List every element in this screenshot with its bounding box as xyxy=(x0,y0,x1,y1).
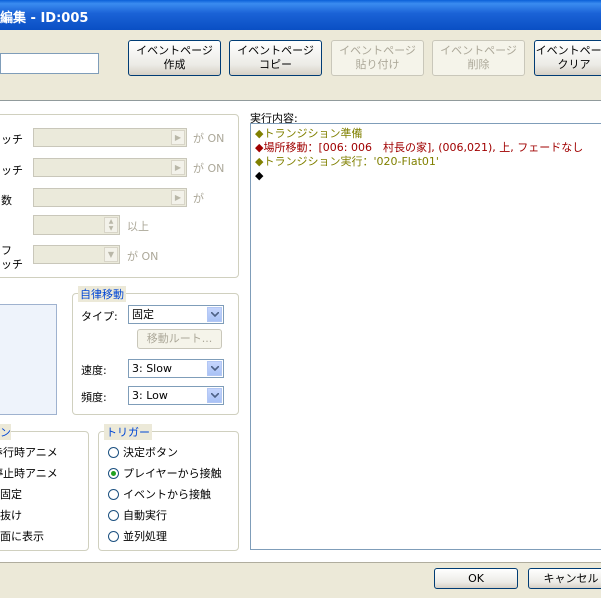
speed-label: 速度: xyxy=(81,364,107,377)
trigger-parallel[interactable]: 並列処理 xyxy=(108,528,167,544)
self-switch-label-2: ッチ xyxy=(1,258,23,271)
delete-page-button[interactable]: イベントページ 削除 xyxy=(432,40,525,76)
variable-arrow-icon: ▶ xyxy=(171,190,185,205)
self-switch-dropdown-icon: ▼ xyxy=(104,247,118,262)
clear-page-button[interactable]: イベントページ クリア xyxy=(534,40,601,76)
window-title: 編集 - ID:005 xyxy=(0,11,89,26)
chevron-down-icon xyxy=(207,307,222,322)
option-step-anime[interactable]: 停止時アニメ xyxy=(0,465,58,481)
spinner-arrows-icon: ▲ ▼ xyxy=(104,217,118,233)
variable-label: 数 xyxy=(1,194,12,207)
switch2-label: ッチ xyxy=(1,164,23,177)
chevron-down-icon xyxy=(207,388,222,403)
graphic-preview[interactable] xyxy=(0,304,57,415)
create-page-button[interactable]: イベントページ 作成 xyxy=(128,40,221,76)
frequency-select[interactable]: 3: Low xyxy=(128,386,224,405)
variable-value-tail: 以上 xyxy=(127,220,149,233)
option-through[interactable]: すり抜け xyxy=(0,507,22,523)
trigger-legend: トリガー xyxy=(104,424,152,440)
option-always-on-top[interactable]: 最前面に表示 xyxy=(0,528,44,544)
movement-type-value: 固定 xyxy=(132,308,154,321)
variable-tail: が xyxy=(193,192,204,205)
movement-type-select[interactable]: 固定 xyxy=(128,305,224,324)
self-switch-select[interactable]: ▼ xyxy=(33,245,120,264)
tab-border xyxy=(0,100,601,101)
radio-icon xyxy=(108,530,119,542)
switch2-arrow-icon: ▶ xyxy=(171,160,185,175)
chevron-down-icon xyxy=(207,361,222,376)
trigger-player-touch[interactable]: プレイヤーから接触 xyxy=(108,465,222,481)
move-route-button[interactable]: 移動ルート... xyxy=(137,329,222,349)
event-command-line[interactable]: ◆トランジション準備 xyxy=(255,127,601,141)
footer-divider xyxy=(0,562,601,563)
radio-icon xyxy=(108,509,119,521)
radio-icon xyxy=(108,488,119,500)
event-command-line[interactable]: ◆ xyxy=(255,169,601,183)
variable-field[interactable]: ▶ xyxy=(33,188,187,207)
radio-selected-icon xyxy=(108,467,119,479)
title-bar: 編集 - ID:005 xyxy=(0,0,601,30)
variable-value-spinner[interactable]: ▲ ▼ xyxy=(33,215,120,235)
option-walk-anime[interactable]: 歩行時アニメ xyxy=(0,444,58,460)
speed-select[interactable]: 3: Slow xyxy=(128,359,224,378)
switch1-tail: が ON xyxy=(193,132,225,145)
switch1-field[interactable]: ▶ xyxy=(33,128,187,147)
switch1-label: ッチ xyxy=(1,133,23,146)
ok-button[interactable]: OK xyxy=(434,568,518,589)
event-commands-list[interactable]: ◆トランジション準備 ◆場所移動：[006: 006 村長の家], (006,02… xyxy=(250,123,601,550)
event-name-input[interactable] xyxy=(0,53,99,74)
option-direction-fix[interactable]: 向き固定 xyxy=(0,486,22,502)
event-command-line[interactable]: ◆トランジション実行：'020-Flat01' xyxy=(255,155,601,169)
frequency-label: 頻度: xyxy=(81,391,107,404)
copy-page-button[interactable]: イベントページ コピー xyxy=(229,40,322,76)
cancel-button[interactable]: キャンセル xyxy=(528,568,601,589)
switch2-field[interactable]: ▶ xyxy=(33,158,187,177)
speed-value: 3: Slow xyxy=(132,362,172,375)
frequency-value: 3: Low xyxy=(132,389,168,402)
paste-page-button[interactable]: イベントページ 貼り付け xyxy=(331,40,424,76)
self-switch-tail: が ON xyxy=(127,250,159,263)
radio-icon xyxy=(108,446,119,458)
switch1-arrow-icon: ▶ xyxy=(171,130,185,145)
trigger-autorun[interactable]: 自動実行 xyxy=(108,507,167,523)
event-command-line[interactable]: ◆場所移動：[006: 006 村長の家], (006,021), 上, フェー… xyxy=(255,141,601,155)
options-list: 歩行時アニメ 停止時アニメ 向き固定 すり抜け 最前面に表示 xyxy=(0,444,88,549)
trigger-event-touch[interactable]: イベントから接触 xyxy=(108,486,211,502)
movement-type-label: タイプ: xyxy=(81,310,118,323)
movement-legend: 自律移動 xyxy=(78,286,126,302)
switch2-tail: が ON xyxy=(193,162,225,175)
options-legend: ン xyxy=(0,424,11,440)
trigger-action-button[interactable]: 決定ボタン xyxy=(108,444,178,460)
